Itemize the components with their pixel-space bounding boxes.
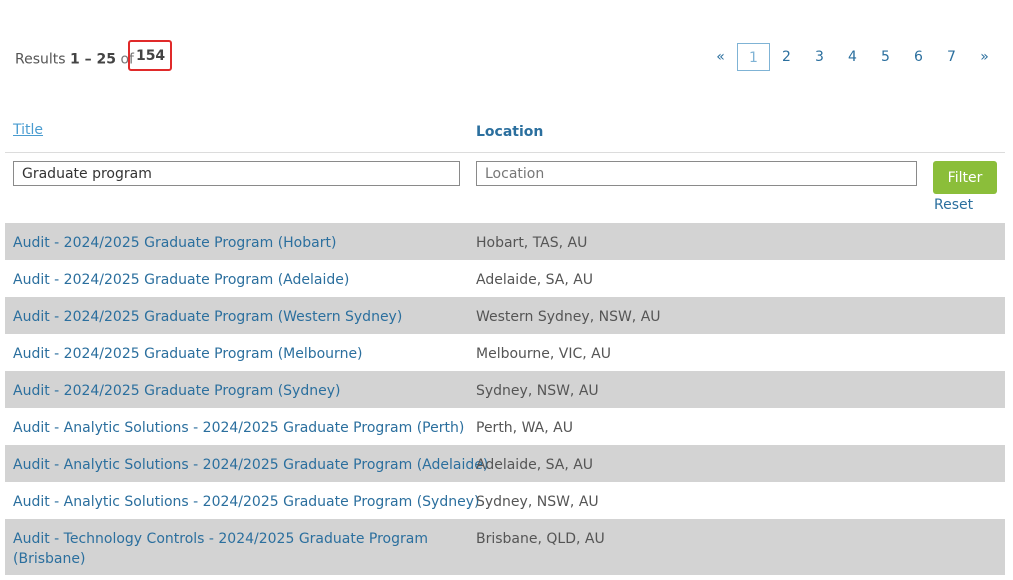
job-location: Sydney, NSW, AU bbox=[476, 494, 599, 510]
table-row: Audit - 2024/2025 Graduate Program (West… bbox=[5, 297, 1005, 334]
job-location: Adelaide, SA, AU bbox=[476, 457, 594, 473]
job-location: Perth, WA, AU bbox=[476, 420, 573, 436]
pagination-next[interactable]: » bbox=[968, 43, 1001, 71]
job-title-link[interactable]: Audit - Technology Controls - 2024/2025 … bbox=[13, 529, 433, 569]
table-row: Audit - 2024/2025 Graduate Program (Melb… bbox=[5, 334, 1005, 371]
table-row: Audit - 2024/2025 Graduate Program (Hoba… bbox=[5, 223, 1005, 260]
pagination-page-3[interactable]: 3 bbox=[803, 43, 836, 71]
title-filter-input[interactable] bbox=[13, 161, 460, 186]
results-summary: Results 1 – 25 of 154 bbox=[15, 40, 173, 71]
job-title-link[interactable]: Audit - 2024/2025 Graduate Program (Hoba… bbox=[13, 233, 433, 253]
pagination-page-6[interactable]: 6 bbox=[902, 43, 935, 71]
results-label: Results bbox=[15, 51, 66, 68]
filter-button[interactable]: Filter bbox=[933, 161, 997, 194]
table-row: Audit - 2024/2025 Graduate Program (Sydn… bbox=[5, 371, 1005, 408]
pagination-page-2[interactable]: 2 bbox=[770, 43, 803, 71]
table-row: Audit - Technology Controls - 2024/2025 … bbox=[5, 519, 1005, 575]
table-row: Audit - Analytic Solutions - 2024/2025 G… bbox=[5, 445, 1005, 482]
pagination-page-4[interactable]: 4 bbox=[836, 43, 869, 71]
job-location: Western Sydney, NSW, AU bbox=[476, 309, 661, 325]
results-table: Audit - 2024/2025 Graduate Program (Hoba… bbox=[5, 223, 1005, 575]
job-title-link[interactable]: Audit - 2024/2025 Graduate Program (Melb… bbox=[13, 344, 433, 364]
job-location: Sydney, NSW, AU bbox=[476, 383, 599, 399]
results-range: 1 – 25 bbox=[70, 51, 116, 68]
table-row: Audit - Analytic Solutions - 2024/2025 G… bbox=[5, 482, 1005, 519]
pagination-prev[interactable]: « bbox=[704, 43, 737, 71]
pagination: « 1 2 3 4 5 6 7 » bbox=[704, 43, 1001, 71]
location-filter-input[interactable] bbox=[476, 161, 917, 186]
job-title-link[interactable]: Audit - Analytic Solutions - 2024/2025 G… bbox=[13, 492, 479, 512]
results-total-highlight: 154 bbox=[127, 40, 173, 71]
job-title-link[interactable]: Audit - 2024/2025 Graduate Program (West… bbox=[13, 307, 433, 327]
pagination-page-1[interactable]: 1 bbox=[737, 43, 770, 71]
header-divider bbox=[5, 152, 1005, 153]
pagination-page-5[interactable]: 5 bbox=[869, 43, 902, 71]
job-location: Adelaide, SA, AU bbox=[476, 272, 594, 288]
table-row: Audit - Analytic Solutions - 2024/2025 G… bbox=[5, 408, 1005, 445]
reset-link[interactable]: Reset bbox=[934, 197, 973, 213]
job-title-link[interactable]: Audit - Analytic Solutions - 2024/2025 G… bbox=[13, 455, 488, 475]
column-header-title[interactable]: Title bbox=[13, 122, 43, 138]
results-total: 154 bbox=[135, 48, 166, 64]
job-location: Hobart, TAS, AU bbox=[476, 235, 588, 251]
job-location: Brisbane, QLD, AU bbox=[476, 531, 605, 547]
job-title-link[interactable]: Audit - 2024/2025 Graduate Program (Adel… bbox=[13, 270, 433, 290]
job-title-link[interactable]: Audit - Analytic Solutions - 2024/2025 G… bbox=[13, 418, 464, 438]
column-header-location: Location bbox=[476, 124, 544, 140]
job-title-link[interactable]: Audit - 2024/2025 Graduate Program (Sydn… bbox=[13, 381, 433, 401]
job-location: Melbourne, VIC, AU bbox=[476, 346, 612, 362]
table-row: Audit - 2024/2025 Graduate Program (Adel… bbox=[5, 260, 1005, 297]
pagination-page-7[interactable]: 7 bbox=[935, 43, 968, 71]
